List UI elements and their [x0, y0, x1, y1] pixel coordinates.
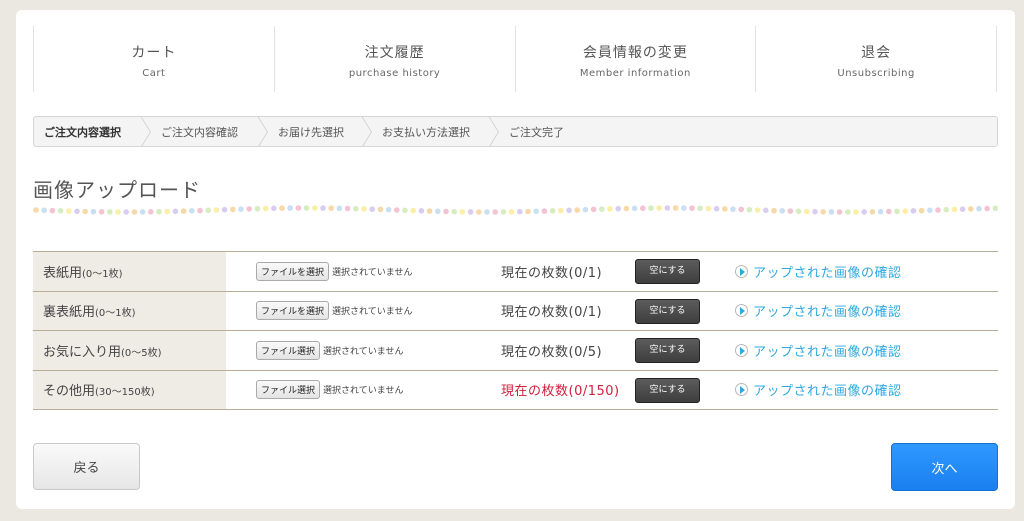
- row-label-range: (0〜1枚): [82, 268, 123, 280]
- step-payment-selection: お支払い方法選択: [372, 117, 499, 146]
- choose-file-button[interactable]: ファイル選択: [256, 380, 321, 400]
- row-label-favorites: お気に入り用(0〜5枚): [33, 330, 226, 370]
- confirm-link-text: アップされた画像の確認: [753, 265, 902, 281]
- play-circle-icon: [735, 343, 748, 357]
- play-circle-icon: [735, 304, 748, 318]
- back-button[interactable]: 戻る: [33, 443, 140, 490]
- play-circle-icon: [735, 264, 748, 278]
- table-row: 裏表紙用(0〜1枚) ファイルを選択 選択されていません 現在の枚数(0/1) 空…: [33, 290, 998, 331]
- clear-button[interactable]: 空にする: [635, 259, 700, 285]
- nav-member-information-label: 会員情報の変更: [582, 45, 688, 61]
- file-input-cover: ファイルを選択 選択されていません: [226, 251, 464, 291]
- row-label-others: その他用(30〜150枚): [33, 369, 226, 410]
- nav-purchase-history-sublabel: purchase history: [348, 68, 441, 79]
- current-count: 現在の枚数(0/1): [464, 251, 635, 291]
- next-button[interactable]: 次へ: [891, 443, 998, 491]
- nav-unsubscribing[interactable]: 退会 Unsubscribing: [755, 26, 997, 92]
- confirm-uploaded-link[interactable]: アップされた画像の確認: [735, 251, 998, 291]
- choose-file-button[interactable]: ファイルを選択: [256, 261, 330, 281]
- confirm-uploaded-link[interactable]: アップされた画像の確認: [735, 330, 998, 370]
- file-input-others: ファイル選択 選択されていません: [226, 369, 464, 410]
- dotted-divider: [33, 205, 998, 215]
- nav-cart-sublabel: Cart: [142, 68, 166, 79]
- confirm-link-text: アップされた画像の確認: [753, 344, 902, 360]
- nav-cart-label: カート: [131, 45, 177, 61]
- confirm-uploaded-link[interactable]: アップされた画像の確認: [735, 290, 998, 331]
- nav-cart[interactable]: カート Cart: [33, 26, 274, 92]
- row-label-text: その他用: [43, 384, 96, 400]
- step-order-confirmation: ご注文内容確認: [151, 117, 268, 146]
- nav-member-information[interactable]: 会員情報の変更 Member information: [514, 26, 756, 92]
- row-label-range: (0〜5枚): [121, 347, 162, 359]
- page-title: 画像アップロード: [33, 178, 201, 202]
- nav-member-information-sublabel: Member information: [579, 68, 691, 79]
- table-row: 表紙用(0〜1枚) ファイルを選択 選択されていません 現在の枚数(0/1) 空に…: [33, 251, 998, 291]
- upload-table: 表紙用(0〜1枚) ファイルを選択 選択されていません 現在の枚数(0/1) 空に…: [33, 251, 998, 410]
- row-label-range: (0〜1枚): [95, 308, 136, 320]
- nav-unsubscribing-label: 退会: [861, 45, 892, 61]
- order-steps-breadcrumb: ご注文内容選択 ご注文内容確認 お届け先選択 お支払い方法選択 ご注文完了: [33, 116, 998, 147]
- clear-button[interactable]: 空にする: [635, 377, 700, 403]
- choose-file-button[interactable]: ファイル選択: [256, 340, 321, 360]
- clear-cell: 空にする: [635, 330, 735, 370]
- file-input-favorites: ファイル選択 選択されていません: [226, 330, 464, 370]
- row-label-text: 裏表紙用: [43, 305, 96, 321]
- table-row: お気に入り用(0〜5枚) ファイル選択 選択されていません 現在の枚数(0/5) …: [33, 330, 998, 370]
- nav-unsubscribing-sublabel: Unsubscribing: [837, 68, 915, 79]
- top-navigation: カート Cart 注文履歴 purchase history 会員情報の変更 M…: [33, 26, 997, 92]
- step-order-selection: ご注文内容選択: [34, 117, 151, 146]
- row-label-text: お気に入り用: [43, 344, 122, 360]
- file-status: 選択されていません: [332, 267, 413, 278]
- current-count: 現在の枚数(0/1): [464, 290, 635, 331]
- file-input-back-cover: ファイルを選択 選択されていません: [226, 290, 464, 331]
- confirm-link-text: アップされた画像の確認: [753, 384, 902, 400]
- nav-purchase-history-label: 注文履歴: [364, 45, 425, 61]
- row-label-back-cover: 裏表紙用(0〜1枚): [33, 290, 226, 331]
- row-label-cover: 表紙用(0〜1枚): [33, 251, 226, 291]
- clear-cell: 空にする: [635, 369, 735, 410]
- nav-purchase-history[interactable]: 注文履歴 purchase history: [273, 26, 515, 92]
- confirm-link-text: アップされた画像の確認: [753, 305, 902, 321]
- current-count: 現在の枚数(0/5): [464, 330, 635, 370]
- clear-button[interactable]: 空にする: [635, 338, 700, 364]
- play-circle-icon: [735, 383, 748, 397]
- clear-button[interactable]: 空にする: [635, 298, 700, 324]
- file-status: 選択されていません: [323, 346, 404, 357]
- choose-file-button[interactable]: ファイルを選択: [256, 301, 330, 321]
- clear-cell: 空にする: [635, 251, 735, 291]
- current-count: 現在の枚数(0/150): [464, 369, 635, 410]
- row-label-text: 表紙用: [43, 265, 83, 281]
- confirm-uploaded-link[interactable]: アップされた画像の確認: [735, 369, 998, 410]
- row-label-range: (30〜150枚): [95, 387, 155, 399]
- table-row: その他用(30〜150枚) ファイル選択 選択されていません 現在の枚数(0/15…: [33, 369, 998, 410]
- step-delivery-selection: お届け先選択: [268, 117, 372, 146]
- clear-cell: 空にする: [635, 290, 735, 331]
- file-status: 選択されていません: [323, 386, 404, 397]
- step-order-complete: ご注文完了: [509, 125, 564, 139]
- file-status: 選択されていません: [332, 307, 413, 318]
